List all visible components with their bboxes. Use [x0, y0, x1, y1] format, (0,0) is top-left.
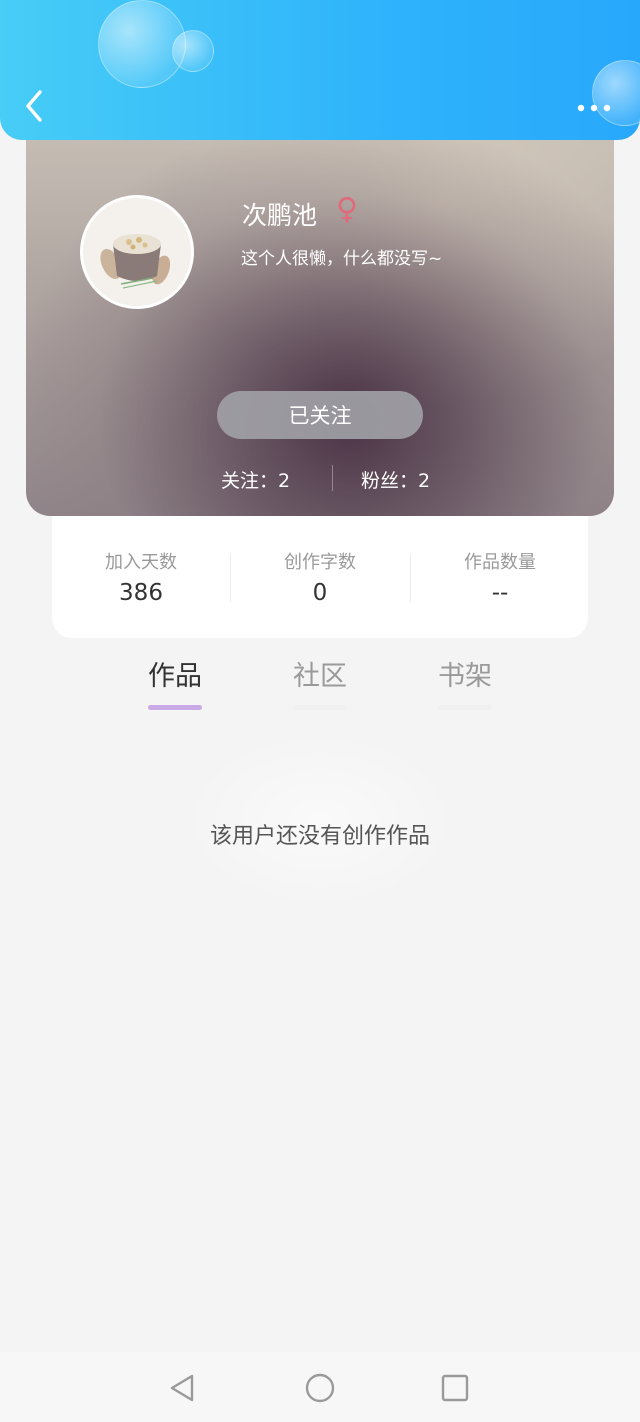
following-count[interactable]: 关注：2: [221, 466, 290, 493]
decorative-bubble-small: [172, 30, 214, 72]
tab-community-underline: [293, 705, 347, 710]
tab-bookshelf-underline: [438, 705, 492, 710]
stats-divider: [332, 465, 333, 491]
tab-community[interactable]: 社区: [275, 654, 365, 693]
avatar[interactable]: [80, 195, 194, 309]
stat-label: 创作字数: [284, 552, 356, 573]
stats-card: 加入天数 386 创作字数 0 作品数量 --: [52, 516, 588, 638]
system-home-button[interactable]: [302, 1370, 338, 1406]
stat-value: 386: [119, 580, 163, 606]
stat-label: 作品数量: [464, 552, 536, 573]
fans-count[interactable]: 粉丝：2: [361, 466, 430, 493]
stat-works-count: 作品数量 --: [411, 548, 589, 606]
chevron-left-icon: [26, 90, 42, 122]
more-horizontal-icon: [577, 104, 611, 112]
stat-word-count: 创作字数 0: [231, 548, 409, 606]
tab-works[interactable]: 作品: [130, 654, 220, 693]
tab-bookshelf[interactable]: 书架: [420, 654, 510, 693]
user-bio: 这个人很懒，什么都没写~: [241, 249, 443, 269]
header-bar: [0, 0, 640, 140]
tab-works-underline: [148, 705, 202, 710]
system-nav-bar: [0, 1352, 640, 1422]
empty-state-text: 该用户还没有创作作品: [209, 824, 430, 849]
square-recents-icon: [441, 1374, 469, 1402]
stat-join-days: 加入天数 386: [52, 548, 230, 606]
follow-status-button[interactable]: 已关注: [217, 391, 423, 439]
system-recents-button[interactable]: [437, 1370, 473, 1406]
stat-label: 加入天数: [105, 552, 177, 573]
user-name: 次鹏池: [242, 201, 318, 230]
female-symbol-icon: ♀: [336, 192, 358, 227]
more-options-button[interactable]: [572, 96, 616, 120]
triangle-back-icon: [170, 1374, 194, 1402]
circle-home-icon: [305, 1373, 335, 1403]
system-back-button[interactable]: [164, 1370, 200, 1406]
stat-value: --: [491, 580, 509, 606]
stat-value: 0: [312, 580, 328, 606]
back-button[interactable]: [18, 84, 58, 128]
profile-card: 次鹏池 ♀ 这个人很懒，什么都没写~ 已关注 关注：2 粉丝：2: [26, 130, 614, 516]
avatar-image: [83, 198, 191, 306]
